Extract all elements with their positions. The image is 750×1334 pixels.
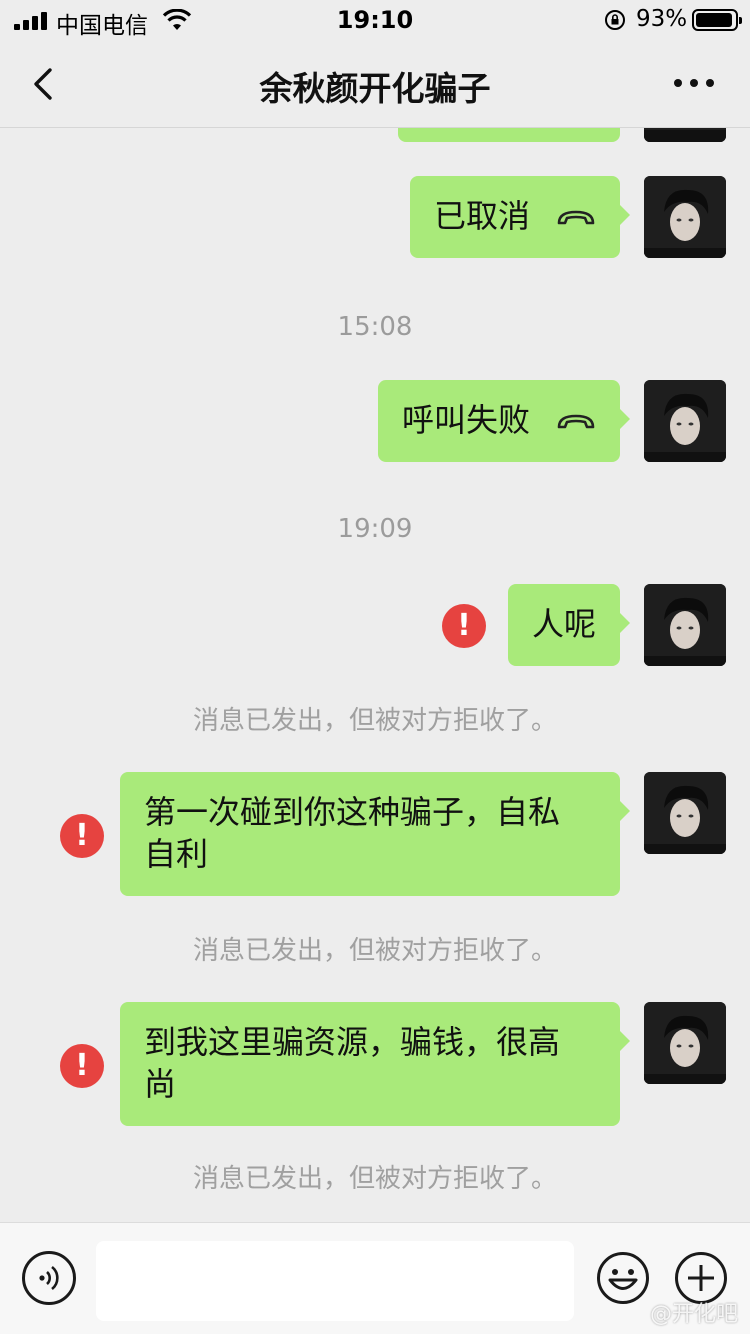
rejected-notice: 消息已发出，但被对方拒收了。: [192, 936, 557, 966]
message-text-line: 第一次碰到你这种骗子，自私: [144, 793, 561, 831]
message-text: 人呢: [531, 605, 596, 643]
avatar[interactable]: [644, 380, 726, 462]
nav-bar: 余秋颜开化骗子: [0, 40, 750, 128]
voice-icon: [39, 1265, 59, 1291]
message-bubble[interactable]: 人呢: [507, 584, 630, 666]
message-bubble[interactable]: 到我这里骗资源，骗钱，很高 尚: [120, 1002, 630, 1126]
status-bar: 中国电信 19:10 93%: [0, 0, 750, 40]
battery-percent: 93%: [636, 6, 688, 32]
rejected-notice: 消息已发出，但被对方拒收了。: [192, 1164, 557, 1194]
timestamp: 15:08: [337, 312, 413, 342]
rejected-notice: 消息已发出，但被对方拒收了。: [192, 706, 557, 736]
watermark: @开化吧: [649, 1302, 738, 1327]
message-bubble[interactable]: [398, 128, 620, 142]
battery-icon: [692, 9, 742, 31]
message-bubble[interactable]: 第一次碰到你这种骗子，自私 自利: [120, 772, 630, 896]
message-bubble[interactable]: 呼叫失败: [377, 380, 630, 462]
input-bar: [0, 1222, 750, 1334]
orientation-lock-icon: [605, 10, 625, 30]
exclamation-icon[interactable]: !: [442, 604, 486, 648]
avatar[interactable]: [644, 772, 726, 854]
voice-button[interactable]: [22, 1251, 76, 1305]
message-text-line: 到我这里骗资源，骗钱，很高: [144, 1023, 561, 1061]
more-dots-icon[interactable]: [674, 78, 714, 88]
phone-hangup-icon: [557, 414, 595, 429]
exclamation-icon[interactable]: !: [60, 814, 104, 858]
avatar[interactable]: [644, 128, 726, 142]
message-bubble[interactable]: 已取消: [409, 176, 630, 258]
message-text-line: 尚: [144, 1065, 177, 1103]
message-input[interactable]: [96, 1241, 574, 1321]
chat-area[interactable]: 已取消 15:08 呼叫失败 19:09 ! 人呢 消息已发出，但被对方拒收了。…: [0, 128, 750, 1222]
message-text: 已取消: [433, 197, 530, 235]
avatar[interactable]: [644, 176, 726, 258]
avatar[interactable]: [644, 1002, 726, 1084]
message-text-line: 自利: [144, 835, 209, 873]
message-text: 呼叫失败: [401, 401, 530, 439]
phone-hangup-icon: [557, 210, 595, 225]
exclamation-icon[interactable]: !: [60, 1044, 104, 1088]
avatar[interactable]: [644, 584, 726, 666]
chat-title: 余秋颜开化骗子: [259, 69, 491, 108]
emoji-icon[interactable]: [596, 1251, 650, 1305]
timestamp: 19:09: [337, 514, 413, 544]
